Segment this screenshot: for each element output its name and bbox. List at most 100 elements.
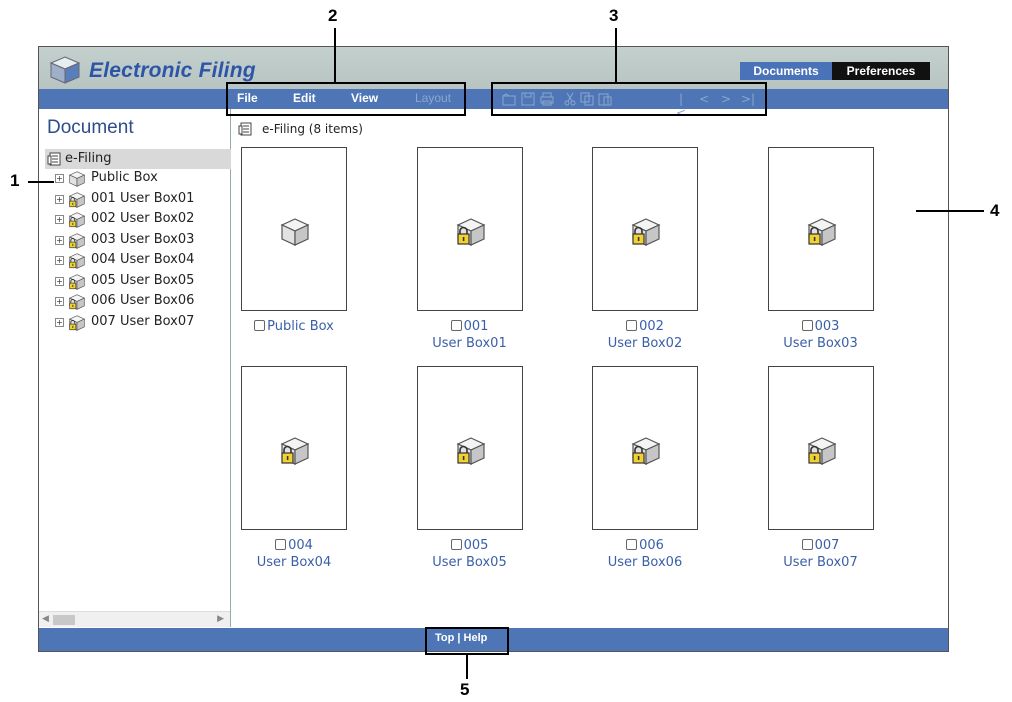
box-card: 001 User Box01	[405, 147, 535, 352]
breadcrumb-text: e-Filing (8 items)	[262, 122, 363, 136]
box-name-link[interactable]: User Box02	[580, 335, 710, 352]
tree-item[interactable]: +003 User Box03	[55, 231, 231, 251]
callout-number-3: 3	[609, 6, 619, 25]
box-caption: 005 User Box05	[405, 537, 535, 571]
box-card: 005 User Box05	[405, 366, 535, 571]
locked-box-icon	[68, 232, 86, 250]
tree-item-label: 003 User Box03	[91, 231, 195, 247]
tree-item-label: 006 User Box06	[91, 293, 195, 308]
tree-item[interactable]: +007 User Box07	[55, 313, 231, 333]
box-select-checkbox[interactable]	[626, 539, 638, 550]
efiling-icon	[47, 152, 61, 166]
sidebar-horizontal-scrollbar[interactable]: ◀ ▶	[39, 611, 230, 627]
scroll-right-icon[interactable]: ▶	[217, 614, 224, 624]
tree-item-label: Public Box	[91, 170, 158, 185]
tree-expand-icon[interactable]: +	[55, 256, 64, 265]
box-thumbnail[interactable]	[241, 366, 347, 530]
callout-number-2: 2	[328, 6, 338, 25]
tree-item[interactable]: +005 User Box05	[55, 272, 231, 292]
box-number-link[interactable]: 005	[464, 538, 489, 553]
callout-number-5: 5	[460, 680, 470, 699]
tree-item[interactable]: +004 User Box04	[55, 251, 231, 271]
tree-item-label: 002 User Box02	[91, 211, 195, 226]
box-caption: 007 User Box07	[756, 537, 886, 571]
box-name-link[interactable]: User Box04	[229, 554, 359, 571]
locked-box-icon	[68, 211, 86, 229]
callout-leader-2	[334, 28, 336, 83]
box-name-link[interactable]: User Box03	[756, 335, 886, 352]
box-name-link[interactable]: User Box01	[405, 335, 535, 352]
box-select-checkbox[interactable]	[275, 539, 287, 550]
box-caption: 004 User Box04	[229, 537, 359, 571]
box-thumbnail[interactable]	[416, 147, 523, 311]
box-caption: 003 User Box03	[756, 318, 886, 352]
box-thumbnail[interactable]	[592, 366, 698, 530]
box-select-checkbox[interactable]	[801, 320, 813, 331]
tree-expand-icon[interactable]: +	[55, 194, 64, 204]
callout-leader-1	[28, 181, 54, 183]
box-card: 002 User Box02	[580, 147, 710, 352]
tree-item[interactable]: +001 User Box01	[55, 190, 231, 210]
box-number-link[interactable]: 006	[639, 538, 664, 553]
box-thumbnail[interactable]	[767, 366, 874, 530]
locked-box-icon	[68, 314, 86, 332]
box-number-link[interactable]: 003	[815, 319, 840, 334]
tree-expand-icon[interactable]: +	[55, 174, 64, 183]
box-card: 004 User Box04	[229, 366, 359, 571]
tree-expand-icon[interactable]: +	[55, 215, 64, 224]
box-thumbnail[interactable]	[241, 147, 347, 311]
tree-expand-icon[interactable]: +	[55, 276, 64, 286]
callout-leader-4	[916, 210, 984, 212]
efiling-icon	[238, 122, 252, 136]
tree-item[interactable]: +002 User Box02	[55, 210, 231, 230]
efiling-window: Electronic Filing Documents Preferences …	[38, 46, 949, 652]
scroll-left-icon[interactable]: ◀	[42, 614, 49, 624]
box-select-checkbox[interactable]	[450, 539, 462, 550]
box-thumbnail[interactable]	[592, 147, 698, 311]
box-number-link[interactable]: 001	[464, 319, 489, 334]
tree-expand-icon[interactable]: +	[55, 297, 64, 306]
box-number-link[interactable]: 002	[639, 319, 664, 334]
app-title: Electronic Filing	[89, 59, 256, 82]
box-caption: 002 User Box02	[580, 318, 710, 352]
tree-expand-icon[interactable]: +	[55, 317, 64, 327]
box-number-link[interactable]: 007	[815, 538, 840, 553]
box-name-link[interactable]: User Box06	[580, 554, 710, 571]
tree-item[interactable]: +006 User Box06	[55, 292, 231, 312]
tree-expand-icon[interactable]: +	[55, 235, 64, 245]
tree-item[interactable]: + Public Box	[55, 169, 231, 189]
main-content: e-Filing (8 items) Public Box 001 User Box…	[232, 109, 948, 627]
box-card: 007 User Box07	[756, 366, 886, 571]
box-select-checkbox[interactable]	[626, 320, 638, 331]
box-caption: 006 User Box06	[580, 537, 710, 571]
callout-box-footer	[425, 627, 509, 655]
cube-logo-icon	[49, 56, 81, 84]
callout-box-menu	[226, 82, 466, 116]
box-caption: 001 User Box01	[405, 318, 535, 352]
box-number-link[interactable]: Public Box	[267, 319, 334, 334]
box-select-checkbox[interactable]	[801, 539, 813, 550]
open-box-icon	[68, 170, 86, 188]
tree-item-label: 005 User Box05	[91, 272, 195, 288]
sidebar-heading: Document	[47, 117, 134, 138]
box-thumbnail[interactable]	[416, 366, 523, 530]
box-card: 003 User Box03	[756, 147, 886, 352]
box-select-checkbox[interactable]	[254, 320, 266, 331]
box-number-link[interactable]: 004	[288, 538, 313, 553]
box-name-link[interactable]: User Box05	[405, 554, 535, 571]
tab-documents[interactable]: Documents	[740, 62, 832, 80]
callout-number-4: 4	[990, 201, 1000, 220]
callout-number-1: 1	[10, 171, 20, 190]
locked-box-icon	[68, 293, 86, 311]
box-card: 006 User Box06	[580, 366, 710, 571]
box-name-link[interactable]: User Box07	[756, 554, 886, 571]
top-tabs: Documents Preferences	[740, 62, 930, 80]
box-thumbnail[interactable]	[767, 147, 874, 311]
callout-leader-5	[466, 655, 468, 679]
callout-leader-3	[615, 28, 617, 83]
tab-preferences[interactable]: Preferences	[832, 62, 930, 80]
scroll-thumb[interactable]	[53, 615, 75, 625]
box-select-checkbox[interactable]	[450, 320, 462, 331]
tree-root-label: e-Filing	[65, 151, 112, 166]
tree-root-efiling[interactable]: e-Filing	[45, 149, 231, 169]
